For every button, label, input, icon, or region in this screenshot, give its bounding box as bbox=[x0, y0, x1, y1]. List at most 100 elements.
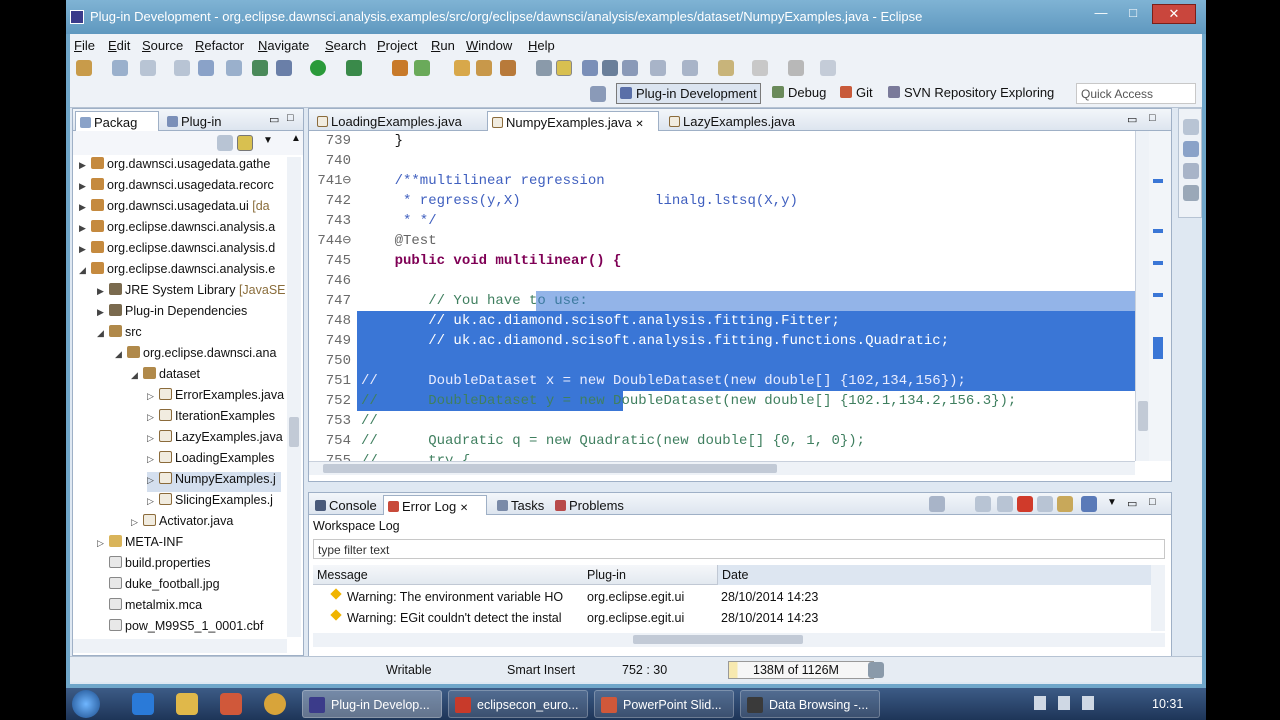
new-java-project-icon[interactable] bbox=[392, 60, 408, 76]
overview-ruler[interactable] bbox=[1149, 131, 1171, 461]
tree-item[interactable]: ◢ dataset bbox=[131, 367, 200, 387]
block-selection-icon[interactable] bbox=[602, 60, 618, 76]
quick-access-input[interactable]: Quick Access bbox=[1076, 83, 1196, 104]
tree-item[interactable]: duke_football.jpg bbox=[97, 577, 220, 597]
maximize-view-icon[interactable]: □ bbox=[1149, 112, 1156, 124]
start-button-icon[interactable] bbox=[72, 690, 100, 718]
scroll-thumb[interactable] bbox=[633, 635, 803, 644]
task-list-icon[interactable] bbox=[1183, 163, 1199, 179]
view-menu-icon[interactable]: ▼ bbox=[263, 135, 273, 146]
print-icon[interactable] bbox=[174, 60, 190, 76]
minimize-view-icon[interactable]: ▭ bbox=[269, 113, 279, 126]
tree-item[interactable]: ▷ LoadingExamples bbox=[147, 451, 274, 471]
task-eclipse[interactable]: Plug-in Develop... bbox=[302, 690, 442, 718]
maximize-button[interactable]: □ bbox=[1118, 4, 1148, 24]
tab-loading-examples[interactable]: LoadingExamples.java bbox=[313, 111, 483, 131]
title-bar[interactable]: Plug-in Development - org.eclipse.dawnsc… bbox=[66, 0, 1206, 34]
column-plugin[interactable]: Plug-in bbox=[587, 568, 626, 582]
new-icon[interactable] bbox=[76, 60, 92, 76]
menu-run[interactable]: Run bbox=[431, 38, 455, 53]
chrome-icon[interactable] bbox=[264, 693, 286, 715]
filter-input[interactable]: type filter text bbox=[313, 539, 1165, 559]
tree-item[interactable]: ▷ ErrorExamples.java bbox=[147, 388, 284, 408]
volume-icon[interactable] bbox=[1082, 696, 1094, 710]
forward-icon[interactable] bbox=[752, 60, 768, 76]
perspective-svn[interactable]: SVN Repository Exploring bbox=[888, 85, 1054, 100]
task-acrobat[interactable]: eclipsecon_euro... bbox=[448, 690, 588, 718]
scroll-up-icon[interactable]: ▲ bbox=[291, 133, 301, 144]
menu-project[interactable]: Project bbox=[377, 38, 417, 53]
open-console-icon[interactable] bbox=[820, 60, 836, 76]
scroll-thumb[interactable] bbox=[323, 464, 777, 473]
explorer-vscrollbar[interactable] bbox=[287, 157, 301, 637]
tree-item[interactable]: ◢ src bbox=[97, 325, 142, 345]
flag-icon[interactable] bbox=[1034, 696, 1046, 710]
activate-on-log-icon[interactable] bbox=[1081, 496, 1097, 512]
clear-log-icon[interactable] bbox=[997, 496, 1013, 512]
menu-edit[interactable]: Edit bbox=[108, 38, 130, 53]
import-log-icon[interactable] bbox=[975, 496, 991, 512]
minimize-view-icon[interactable]: ▭ bbox=[1127, 113, 1137, 126]
media-player-icon[interactable] bbox=[220, 693, 242, 715]
maximize-view-icon[interactable]: □ bbox=[1149, 496, 1156, 508]
back-icon[interactable] bbox=[718, 60, 734, 76]
open-log-icon[interactable] bbox=[1037, 496, 1053, 512]
tree-item[interactable]: ▶ Plug-in Dependencies bbox=[97, 304, 247, 324]
perspective-git[interactable]: Git bbox=[840, 85, 873, 100]
tree-item[interactable]: ▷ SlicingExamples.j bbox=[147, 493, 273, 513]
editor-hscrollbar[interactable] bbox=[309, 461, 1135, 475]
scroll-thumb[interactable] bbox=[289, 417, 299, 447]
debug-icon[interactable] bbox=[276, 60, 292, 76]
tab-package-explorer[interactable]: Packag bbox=[75, 111, 159, 131]
close-tab-icon[interactable]: ✕ bbox=[460, 503, 468, 514]
tree-item[interactable]: pow_M99S5_1_0001.cbf bbox=[97, 619, 263, 639]
task-data-browsing[interactable]: Data Browsing -... bbox=[740, 690, 880, 718]
toggle-mark-icon[interactable] bbox=[226, 60, 242, 76]
heap-status[interactable]: 138M of 1126M bbox=[728, 661, 874, 679]
network-icon[interactable] bbox=[1058, 696, 1070, 710]
search-icon[interactable] bbox=[500, 60, 516, 76]
delete-log-icon[interactable] bbox=[1017, 496, 1033, 512]
code-area[interactable]: 739 } 740 741⊖ /**multilinear regression… bbox=[309, 131, 1135, 461]
save-icon[interactable] bbox=[112, 60, 128, 76]
next-annotation-icon[interactable] bbox=[650, 60, 666, 76]
menu-navigate[interactable]: Navigate bbox=[258, 38, 309, 53]
tree-item[interactable]: build.properties bbox=[97, 556, 210, 576]
task-powerpoint[interactable]: PowerPoint Slid... bbox=[594, 690, 734, 718]
tab-tasks[interactable]: Tasks bbox=[493, 495, 551, 515]
close-tab-icon[interactable]: ✕ bbox=[635, 119, 643, 130]
outline-icon[interactable] bbox=[1183, 141, 1199, 157]
new-class-icon[interactable] bbox=[454, 60, 470, 76]
perspective-debug[interactable]: Debug bbox=[772, 85, 826, 100]
explorer-hscrollbar[interactable] bbox=[73, 639, 287, 653]
last-edit-icon[interactable] bbox=[788, 60, 804, 76]
tree-item[interactable]: ▶ org.dawnsci.usagedata.recorc bbox=[79, 178, 274, 198]
tree-item[interactable]: ◢ org.eclipse.dawnsci.ana bbox=[115, 346, 276, 366]
open-task-icon[interactable] bbox=[198, 60, 214, 76]
column-message[interactable]: Message bbox=[317, 568, 368, 582]
menu-source[interactable]: Source bbox=[142, 38, 183, 53]
tree-item[interactable]: ▶ org.eclipse.dawnsci.analysis.d bbox=[79, 241, 275, 261]
scroll-thumb[interactable] bbox=[1138, 401, 1148, 431]
tab-error-log[interactable]: Error Log ✕ bbox=[383, 495, 487, 515]
show-whitespace-icon[interactable] bbox=[582, 60, 598, 76]
tree-item[interactable]: ▶ JRE System Library [JavaSE bbox=[97, 283, 286, 303]
log-hscrollbar[interactable] bbox=[313, 633, 1165, 647]
garbage-collect-icon[interactable] bbox=[868, 662, 884, 678]
prev-annotation-icon[interactable] bbox=[682, 60, 698, 76]
clock[interactable]: 10:31 bbox=[1152, 697, 1183, 711]
editor-vscrollbar[interactable] bbox=[1135, 131, 1149, 461]
tree-item[interactable]: ▷ Activator.java bbox=[131, 514, 233, 534]
tree-item[interactable]: ▶ org.dawnsci.usagedata.gathe bbox=[79, 157, 270, 177]
internet-explorer-icon[interactable] bbox=[132, 693, 154, 715]
new-package-icon[interactable] bbox=[414, 60, 430, 76]
maximize-view-icon[interactable]: □ bbox=[287, 112, 294, 124]
minimize-button[interactable]: — bbox=[1086, 4, 1116, 24]
menu-refactor[interactable]: Refactor bbox=[195, 38, 244, 53]
menu-file[interactable]: File bbox=[74, 38, 95, 53]
tab-plugins[interactable]: Plug-in bbox=[163, 111, 243, 131]
external-tools-icon[interactable] bbox=[346, 60, 362, 76]
menu-search[interactable]: Search bbox=[325, 38, 366, 53]
hierarchy-icon[interactable] bbox=[1183, 185, 1199, 201]
save-all-icon[interactable] bbox=[140, 60, 156, 76]
